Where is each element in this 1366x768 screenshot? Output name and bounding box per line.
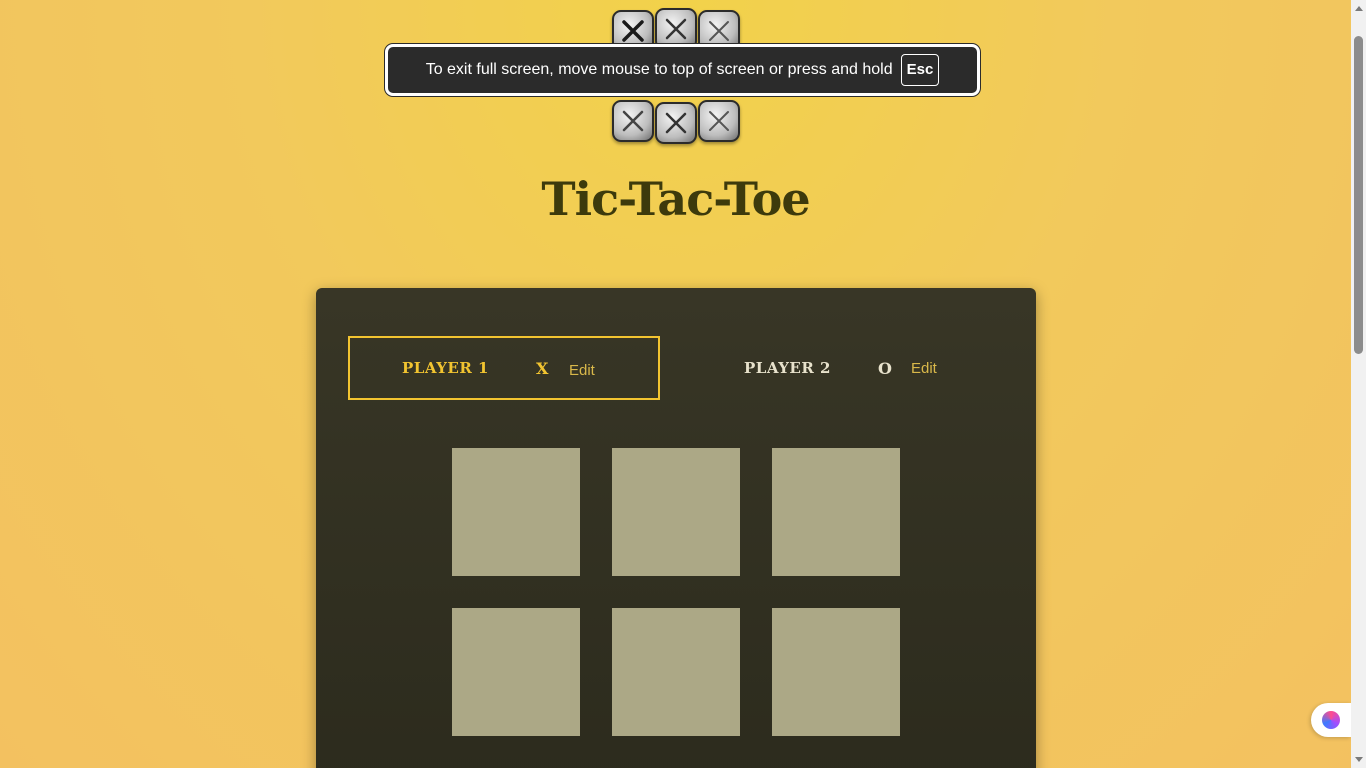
player-1-name: PLAYER 1	[402, 359, 489, 377]
player-2-card: PLAYER 2 O Edit	[692, 336, 1004, 400]
board-cell[interactable]	[452, 448, 580, 576]
game-board: PLAYER 1 X Edit PLAYER 2 O Edit	[316, 288, 1036, 768]
page-scrollbar[interactable]	[1351, 0, 1366, 768]
scrollbar-thumb[interactable]	[1354, 36, 1363, 354]
board-cell[interactable]	[772, 448, 900, 576]
board-cell[interactable]	[772, 608, 900, 736]
board-cell[interactable]	[452, 608, 580, 736]
fullscreen-notice-text: To exit full screen, move mouse to top o…	[425, 61, 893, 78]
player-2-name: PLAYER 2	[744, 359, 831, 377]
player-1-edit-button[interactable]: Edit	[569, 362, 595, 379]
board-cell[interactable]	[612, 448, 740, 576]
board-cell[interactable]	[612, 608, 740, 736]
fullscreen-notice: To exit full screen, move mouse to top o…	[385, 44, 980, 96]
player-1-symbol: X	[536, 358, 549, 378]
scroll-up-arrow-icon[interactable]	[1355, 6, 1363, 11]
page: To exit full screen, move mouse to top o…	[0, 0, 1351, 768]
page-title: Tic-Tac-Toe	[541, 172, 810, 226]
brain-icon	[1322, 711, 1340, 729]
extension-widget-button[interactable]	[1311, 703, 1351, 737]
scroll-down-arrow-icon[interactable]	[1355, 757, 1363, 762]
player-2-symbol: O	[878, 358, 892, 378]
player-1-card: PLAYER 1 X Edit	[348, 336, 660, 400]
esc-key-badge: Esc	[900, 54, 940, 86]
player-2-edit-button[interactable]: Edit	[911, 360, 937, 377]
x-tile-icon	[612, 100, 654, 142]
x-tile-icon	[655, 102, 697, 144]
x-tile-icon	[698, 100, 740, 142]
